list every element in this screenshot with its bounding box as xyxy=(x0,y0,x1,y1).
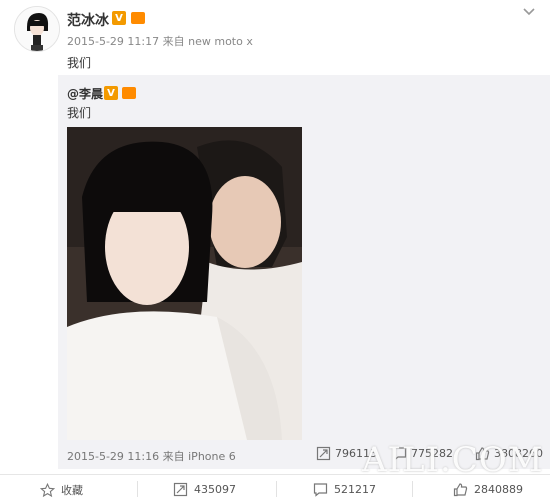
post-text: 我们 xyxy=(67,56,92,70)
favorite-label: 收藏 xyxy=(61,484,83,497)
action-separator xyxy=(412,481,413,497)
repost-icon xyxy=(316,446,331,461)
like-button[interactable]: 2840889 xyxy=(453,482,523,497)
verified-v-icon: V xyxy=(104,86,118,100)
repost-source-prefix: 来自 xyxy=(162,450,185,463)
repost-meta: 2015-5-29 11:16 来自 iPhone 6 xyxy=(67,448,236,464)
repost-timestamp[interactable]: 2015-5-29 11:16 xyxy=(67,450,159,463)
chevron-down-icon[interactable] xyxy=(522,4,536,18)
thumbs-up-icon xyxy=(453,483,468,497)
comment-button[interactable]: 521217 xyxy=(313,482,376,497)
action-separator xyxy=(276,481,277,497)
post-meta: 2015-5-29 11:17 来自 new moto x xyxy=(67,33,253,49)
repost-source: iPhone 6 xyxy=(188,450,236,463)
repost-icon xyxy=(173,482,188,497)
post-timestamp[interactable]: 2015-5-29 11:17 xyxy=(67,35,159,48)
repost-count: 435097 xyxy=(194,483,236,496)
member-level-icon xyxy=(122,87,136,99)
repost-text: 我们 xyxy=(67,106,92,120)
comment-icon xyxy=(313,483,328,497)
repost-button[interactable]: 435097 xyxy=(173,482,236,497)
like-count: 2840889 xyxy=(474,483,523,496)
author-avatar[interactable] xyxy=(14,6,60,52)
member-level-icon xyxy=(131,12,145,24)
action-bar-divider xyxy=(0,474,550,475)
action-separator xyxy=(137,481,138,497)
favorite-button[interactable]: 收藏 xyxy=(40,482,83,498)
comment-count: 521217 xyxy=(334,483,376,496)
repost-author[interactable]: @李晨 xyxy=(67,85,103,102)
post-source: new moto x xyxy=(188,35,253,48)
post-source-prefix: 来自 xyxy=(162,35,185,48)
verified-v-icon: V xyxy=(112,11,126,25)
repost-photo[interactable] xyxy=(67,127,302,440)
author-name[interactable]: 范冰冰 xyxy=(67,10,109,30)
star-icon xyxy=(40,482,55,497)
